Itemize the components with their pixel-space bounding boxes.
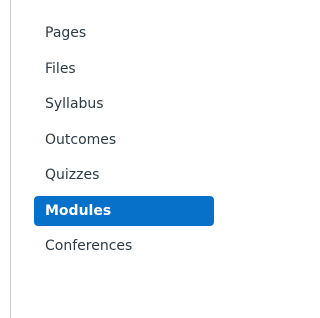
nav-item-modules[interactable]: Modules xyxy=(34,195,214,226)
course-navigation-panel: Pages Files Syllabus Outcomes Quizzes Mo… xyxy=(0,0,248,318)
nav-item-conferences[interactable]: Conferences xyxy=(34,231,214,261)
nav-item-files[interactable]: Files xyxy=(34,54,214,84)
nav-item-label: Outcomes xyxy=(45,131,117,148)
nav-item-quizzes[interactable]: Quizzes xyxy=(34,160,214,190)
nav-item-pages[interactable]: Pages xyxy=(34,18,214,48)
nav-item-label: Pages xyxy=(45,25,87,41)
nav-item-label: Quizzes xyxy=(45,167,100,183)
nav-item-label: Files xyxy=(45,60,76,77)
nav-item-label: Conferences xyxy=(45,238,133,254)
nav-item-outcomes[interactable]: Outcomes xyxy=(34,125,214,155)
course-nav-list: Pages Files Syllabus Outcomes Quizzes Mo… xyxy=(34,18,214,267)
nav-item-label: Syllabus xyxy=(45,96,104,112)
nav-item-syllabus[interactable]: Syllabus xyxy=(34,89,214,119)
nav-divider xyxy=(10,0,11,318)
nav-item-label: Modules xyxy=(45,202,112,219)
